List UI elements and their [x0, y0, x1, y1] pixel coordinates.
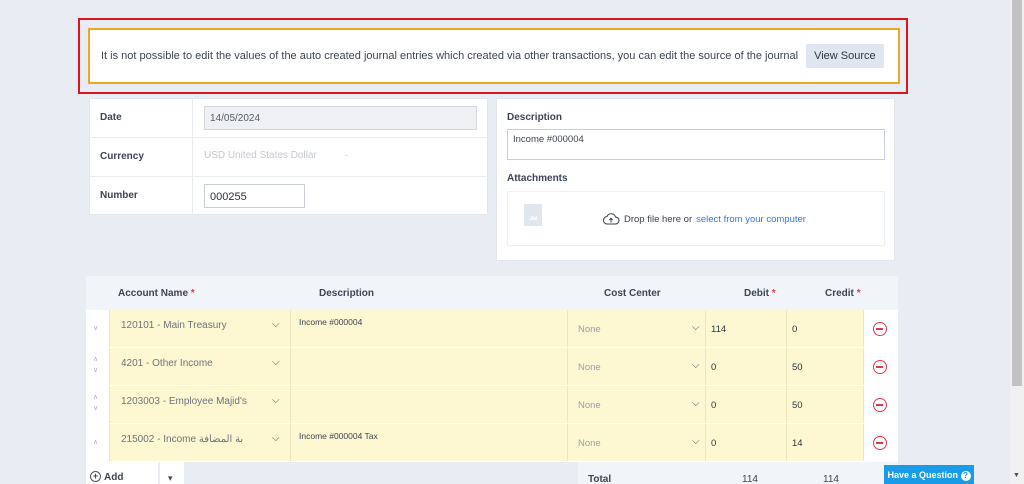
chevron-down-icon: ⌵ — [692, 322, 700, 333]
file-drop-zone[interactable]: Drop file here or select from your compu… — [507, 191, 885, 246]
account-select[interactable]: 215002 - Income بة المضافة ⌵ — [109, 424, 290, 461]
have-a-question-button[interactable]: Have a Question ? — [884, 465, 974, 484]
remove-row-icon[interactable] — [873, 398, 887, 412]
readonly-alert: It is not possible to edit the values of… — [88, 28, 900, 84]
currency-label: Currency — [100, 151, 144, 162]
header-debit: Debit * — [744, 288, 776, 299]
reorder-handle[interactable]: ∧ ∨ — [93, 354, 98, 376]
alert-message: It is not possible to edit the values of… — [101, 50, 799, 62]
help-label: Have a Question — [887, 470, 958, 480]
add-options-dropdown[interactable]: ▾ — [160, 462, 184, 484]
highlight-box: It is not possible to edit the values of… — [78, 18, 908, 94]
divider — [192, 177, 193, 216]
remove-row-icon[interactable] — [873, 436, 887, 450]
add-row-button[interactable]: + Add — [86, 462, 158, 484]
remove-row-icon[interactable] — [873, 360, 887, 374]
description-field[interactable]: Income #000004 — [507, 129, 885, 160]
page-scrollbar[interactable]: ▼ — [1010, 0, 1024, 484]
account-select[interactable]: 1203003 - Employee Majid's ⌵ — [109, 386, 290, 423]
attachments-label: Attachments — [507, 173, 568, 184]
number-field[interactable]: 000255 — [204, 184, 305, 208]
cost-center-select[interactable]: None ⌵ — [567, 424, 705, 461]
reorder-handle[interactable]: ∧ — [93, 437, 98, 448]
divider — [192, 99, 193, 138]
remove-row-icon[interactable] — [873, 322, 887, 336]
total-credit: 114 — [823, 474, 839, 484]
scroll-down-arrow-icon[interactable]: ▼ — [1013, 472, 1020, 479]
description-panel: Description Income #000004 Attachments D… — [496, 98, 895, 261]
image-file-icon — [524, 204, 542, 226]
credit-field[interactable]: 14 — [786, 424, 864, 461]
debit-field[interactable]: 0 — [705, 386, 786, 423]
cost-center-select[interactable]: None ⌵ — [567, 386, 705, 423]
select-file-link[interactable]: select from your computer — [696, 214, 806, 225]
table-row: ∧ ∨ 1203003 - Employee Majid's ⌵ None ⌵ … — [86, 386, 898, 424]
journal-entry-page: It is not possible to edit the values of… — [0, 0, 1024, 484]
credit-field[interactable]: 50 — [786, 386, 864, 423]
header-cost-center: Cost Center — [604, 288, 661, 299]
table-row: ∨ 120101 - Main Treasury ⌵ Income #00000… — [86, 310, 898, 348]
chevron-down-icon: ⌵ — [692, 436, 700, 447]
credit-field[interactable]: 0 — [786, 310, 864, 347]
caret-down-icon: ▾ — [168, 473, 173, 483]
number-row: Number 000255 — [90, 177, 487, 216]
table-row: ∧ 215002 - Income بة المضافة ⌵ Income #0… — [86, 424, 898, 462]
chevron-down-icon: ⌵ — [272, 319, 280, 330]
upload-cloud-icon — [603, 213, 620, 225]
header-account: Account Name * — [118, 288, 195, 299]
description-label: Description — [507, 112, 563, 123]
drop-text: Drop file here or — [624, 213, 693, 225]
currency-caret-icon: - — [345, 150, 348, 160]
journal-details-panel: Date 14/05/2024 Currency USD United Stat… — [89, 98, 488, 216]
credit-field[interactable]: 50 — [786, 348, 864, 385]
total-debit: 114 — [742, 474, 758, 484]
plus-icon: + — [90, 471, 101, 482]
header-credit: Credit * — [825, 288, 861, 299]
cost-center-select[interactable]: None ⌵ — [567, 348, 705, 385]
line-description[interactable]: Income #000004 — [290, 310, 567, 347]
reorder-handle[interactable]: ∧ ∨ — [93, 392, 98, 414]
debit-field[interactable]: 0 — [705, 424, 786, 461]
chevron-down-icon: ⌵ — [692, 398, 700, 409]
drop-instructions: Drop file here or select from your compu… — [602, 213, 806, 225]
chevron-down-icon: ⌵ — [272, 357, 280, 368]
line-description[interactable]: Income #000004 Tax — [290, 424, 567, 461]
account-select[interactable]: 120101 - Main Treasury ⌵ — [109, 310, 290, 347]
divider — [192, 138, 193, 177]
reorder-handle[interactable]: ∨ — [93, 323, 98, 334]
line-description[interactable] — [290, 386, 567, 423]
table-row: ∧ ∨ 4201 - Other Income ⌵ None ⌵ 0 50 — [86, 348, 898, 386]
question-icon: ? — [960, 470, 971, 481]
cost-center-select[interactable]: None ⌵ — [567, 310, 705, 347]
date-field[interactable]: 14/05/2024 — [204, 106, 477, 130]
number-label: Number — [100, 190, 138, 201]
table-header: Account Name * Description Cost Center D… — [86, 276, 898, 310]
date-label: Date — [100, 112, 122, 123]
add-row-label: Add — [104, 472, 124, 483]
currency-row: Currency USD United States Dollar - — [90, 138, 487, 177]
chevron-down-icon: ⌵ — [692, 360, 700, 371]
total-label: Total — [588, 474, 612, 484]
scroll-thumb[interactable] — [1012, 0, 1022, 386]
date-row: Date 14/05/2024 — [90, 99, 487, 138]
currency-select[interactable]: USD United States Dollar — [204, 150, 317, 161]
view-source-button[interactable]: View Source — [806, 44, 884, 68]
account-select[interactable]: 4201 - Other Income ⌵ — [109, 348, 290, 385]
header-description: Description — [319, 288, 375, 299]
debit-field[interactable]: 0 — [705, 348, 786, 385]
line-description[interactable] — [290, 348, 567, 385]
chevron-down-icon: ⌵ — [272, 395, 280, 406]
debit-field[interactable]: 114 — [705, 310, 786, 347]
chevron-down-icon: ⌵ — [272, 433, 280, 444]
totals-row: Total 114 114 — [578, 462, 898, 484]
